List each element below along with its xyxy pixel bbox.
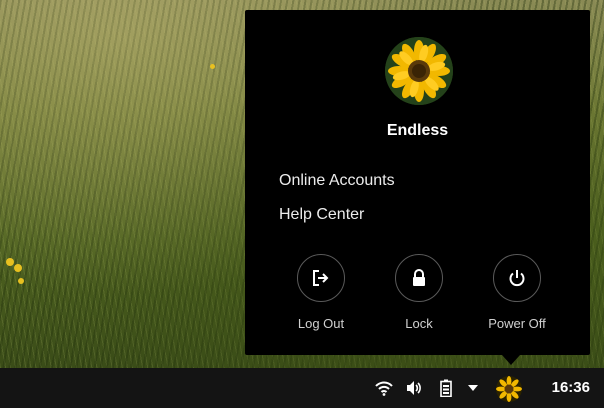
power-icon (509, 270, 525, 287)
menu-item-help-center[interactable]: Help Center (279, 206, 364, 224)
menu-item-online-accounts[interactable]: Online Accounts (279, 172, 395, 190)
wallpaper-flower (210, 64, 215, 69)
power-off-label: Power Off (488, 316, 546, 331)
power-off-button[interactable]: Power Off (467, 254, 567, 331)
system-menu: Endless Online Accounts Help Center Log … (245, 10, 590, 355)
volume-icon (407, 381, 421, 395)
menu-pointer (502, 355, 520, 365)
wifi-indicator[interactable] (374, 368, 394, 408)
wallpaper-flower (18, 278, 24, 284)
wallpaper-flower (14, 264, 22, 272)
wifi-icon (375, 381, 393, 396)
user-avatar (385, 37, 453, 105)
user-avatar-icon (496, 376, 522, 402)
battery-indicator[interactable] (437, 368, 455, 408)
clock[interactable]: 16:36 (552, 368, 590, 408)
user-name: Endless (386, 122, 449, 139)
lock-button[interactable]: Lock (369, 254, 469, 331)
lock-label: Lock (405, 316, 433, 331)
wallpaper-flower (6, 258, 14, 266)
power-off-circle[interactable] (493, 254, 541, 302)
log-out-icon (313, 270, 329, 286)
log-out-circle[interactable] (297, 254, 345, 302)
sunflower-icon (385, 37, 453, 105)
dropdown-arrow-icon (468, 385, 478, 391)
volume-indicator[interactable] (404, 368, 424, 408)
lock-circle[interactable] (395, 254, 443, 302)
log-out-button[interactable]: Log Out (271, 254, 371, 331)
lock-icon (413, 269, 425, 286)
taskbar: 16:36 (0, 368, 604, 408)
system-menu-toggle[interactable] (465, 368, 481, 408)
user-avatar-button[interactable] (496, 376, 522, 402)
battery-icon (440, 379, 452, 397)
log-out-label: Log Out (297, 316, 345, 331)
